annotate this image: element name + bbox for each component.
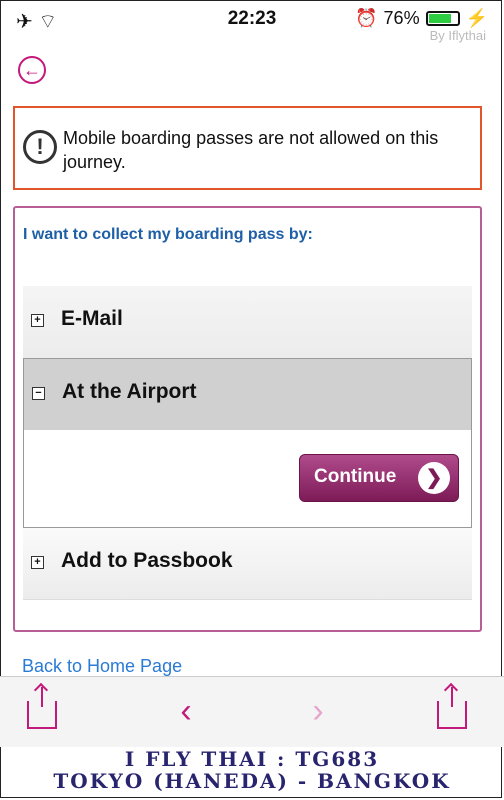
- bottom-toolbar: ‹ ›: [0, 676, 504, 747]
- back-arrow-icon[interactable]: ←: [18, 56, 46, 84]
- forward-chevron-icon[interactable]: ›: [298, 691, 338, 731]
- battery-icon: [425, 11, 460, 26]
- option-airport[interactable]: − At the Airport: [23, 358, 472, 430]
- option-email-label: E-Mail: [61, 307, 123, 330]
- charging-icon: ⚡: [465, 8, 488, 28]
- caption-line-2: TOKYO (HANEDA) - BANGKOK: [53, 769, 451, 793]
- back-to-home-link[interactable]: Back to Home Page: [22, 656, 182, 677]
- caption-line-1: I FLY THAI : TG683: [124, 747, 380, 771]
- back-chevron-icon[interactable]: ‹: [166, 691, 206, 731]
- share-icon[interactable]: [22, 687, 62, 731]
- boarding-pass-panel: I want to collect my boarding pass by: +…: [13, 206, 482, 632]
- option-passbook[interactable]: + Add to Passbook: [23, 528, 472, 600]
- battery-percent: 76%: [383, 8, 420, 28]
- option-email[interactable]: + E-Mail: [23, 286, 472, 358]
- alarm-icon: ⏰: [355, 8, 378, 28]
- status-bar: ✈ ⌔ 22:23 ⏰ 76% ⚡ By Iflythai: [0, 0, 504, 43]
- continue-label: Continue: [314, 466, 397, 487]
- share-icon[interactable]: [432, 687, 472, 731]
- expand-icon: +: [31, 556, 44, 569]
- warning-icon: !: [23, 130, 57, 164]
- warning-box: ! Mobile boarding passes are not allowed…: [13, 106, 482, 190]
- status-right: ⏰ 76% ⚡: [355, 8, 488, 29]
- expand-icon: +: [31, 314, 44, 327]
- caption: I FLY THAI : TG683 TOKYO (HANEDA) - BANG…: [0, 748, 504, 792]
- option-passbook-label: Add to Passbook: [61, 549, 233, 572]
- option-airport-label: At the Airport: [62, 380, 197, 403]
- watermark: By Iflythai: [429, 28, 486, 43]
- continue-button[interactable]: Continue ❯: [299, 454, 459, 502]
- collapse-icon: −: [32, 387, 45, 400]
- warning-text: Mobile boarding passes are not allowed o…: [63, 128, 439, 172]
- panel-heading: I want to collect my boarding pass by:: [23, 226, 313, 243]
- battery-fill: [428, 14, 452, 23]
- option-airport-content: Continue ❯: [23, 430, 472, 528]
- chevron-right-icon: ❯: [418, 462, 450, 494]
